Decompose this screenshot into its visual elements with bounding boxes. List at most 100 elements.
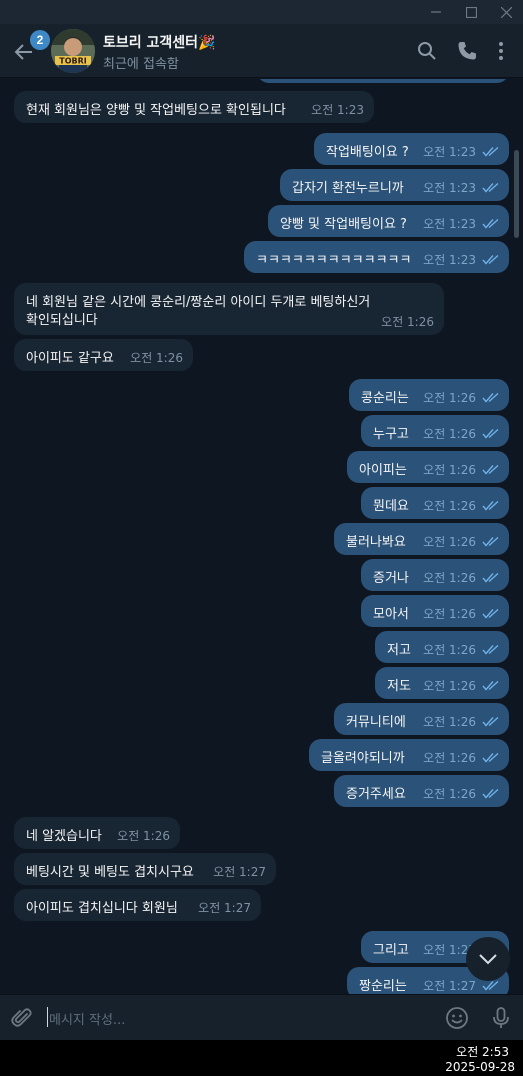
message-time: 오전 1:26 <box>423 751 476 765</box>
message-time: 오전 1:27 <box>198 901 251 915</box>
double-check-icon <box>482 428 499 439</box>
incoming-message[interactable]: 베팅시간 및 베팅도 겹치시구요 오전 1:27 <box>14 853 276 885</box>
double-check-icon <box>482 500 499 511</box>
svg-text:TOBRI: TOBRI <box>59 57 87 66</box>
message-text: 양빵 및 작업배팅이요 ? <box>280 217 407 232</box>
phone-icon <box>458 42 476 60</box>
outgoing-message[interactable]: 누구고 오전 1:26 <box>361 415 509 447</box>
double-check-icon <box>482 218 499 229</box>
message-text: 베팅시간 및 베팅도 겹치시구요 <box>26 865 194 880</box>
chat-title[interactable]: 토브리 고객센터🎉 <box>103 32 215 52</box>
double-check-icon <box>482 536 499 547</box>
chevron-down-icon <box>479 954 497 965</box>
double-check-icon <box>482 980 499 991</box>
double-check-icon <box>482 146 499 157</box>
outgoing-message[interactable]: 커뮤니티에 오전 1:26 <box>334 703 509 735</box>
taskbar-time[interactable]: 오전 2:53 <box>456 1043 509 1060</box>
outgoing-message[interactable]: 불러나봐요 오전 1:26 <box>334 523 509 555</box>
message-list[interactable]: 현재 회원님은 양빵 및 작업베팅으로 확인됩니다 오전 1:23 작업배팅이요 ?… <box>0 79 523 994</box>
message-text: 불러나봐요 <box>346 535 406 550</box>
message-time: 오전 1:26 <box>117 829 170 843</box>
message-text: 작업배팅이요 ? <box>326 145 409 160</box>
outgoing-message[interactable]: 모아서 오전 1:26 <box>361 595 509 627</box>
avatar-image: TOBRI <box>51 29 95 73</box>
message-text: 증거나 <box>373 571 409 586</box>
double-check-icon <box>482 788 499 799</box>
message-time: 오전 1:26 <box>423 607 476 621</box>
message-text: 아이피는 <box>359 463 407 478</box>
outgoing-message[interactable]: 글올려야되니까 오전 1:26 <box>309 739 509 771</box>
message-text: 갑자기 환전누르니까 <box>292 181 404 196</box>
search-button[interactable] <box>415 39 439 63</box>
double-check-icon <box>482 464 499 475</box>
incoming-message[interactable]: 현재 회원님은 양빵 및 작업베팅으로 확인됩니다 오전 1:23 <box>14 91 374 123</box>
scrollbar[interactable] <box>514 150 519 238</box>
message-time: 오전 1:26 <box>423 787 476 801</box>
message-time: 오전 1:26 <box>423 535 476 549</box>
incoming-message[interactable]: 네 알겠습니다 오전 1:26 <box>14 817 180 849</box>
telegram-window: 2 TOBRI 토브리 고객센터🎉 최근에 접속함 현재 회원님은 양빵 및 작… <box>0 0 523 1076</box>
call-button[interactable] <box>455 39 479 63</box>
double-check-icon <box>482 608 499 619</box>
microphone-icon <box>493 1007 509 1028</box>
maximize-icon <box>465 6 477 18</box>
message-text: 뭔데요 <box>373 499 409 514</box>
outgoing-message[interactable]: 양빵 및 작업배팅이요 ? 오전 1:23 <box>268 205 509 237</box>
double-check-icon <box>482 716 499 727</box>
message-time: 오전 1:26 <box>423 499 476 513</box>
message-time: 오전 1:23 <box>311 103 364 117</box>
outgoing-message[interactable]: 뭔데요 오전 1:26 <box>361 487 509 519</box>
incoming-message[interactable]: 아이피도 겹치십니다 회원님 오전 1:27 <box>14 889 261 921</box>
message-text: 아이피도 같구요 <box>26 351 114 366</box>
outgoing-message[interactable]: 저도 오전 1:26 <box>375 667 509 699</box>
message-input[interactable]: 메시지 작성... <box>49 1009 125 1028</box>
message-composer: 메시지 작성... <box>0 994 523 1040</box>
message-text: 저고 <box>387 643 411 658</box>
outgoing-message[interactable]: 저고 오전 1:26 <box>375 631 509 663</box>
message-time: 오전 1:23 <box>423 253 476 267</box>
attach-button[interactable] <box>10 1006 34 1030</box>
message-text: 모아서 <box>373 607 409 622</box>
message-text: 커뮤니티에 <box>346 715 406 730</box>
maximize-button[interactable] <box>454 0 488 24</box>
message-time: 오전 1:23 <box>423 145 476 159</box>
message-time: 오전 1:27 <box>213 865 266 879</box>
message-text: 네 알겠습니다 <box>26 829 102 844</box>
message-text: 아이피도 겹치십니다 회원님 <box>26 901 178 916</box>
message-time: 오전 1:26 <box>423 679 476 693</box>
chat-status: 최근에 접속함 <box>103 57 179 72</box>
more-vertical-icon <box>499 42 503 60</box>
double-check-icon <box>482 182 499 193</box>
double-check-icon <box>482 644 499 655</box>
minimize-button[interactable] <box>419 0 453 24</box>
outgoing-message[interactable]: 증거나 오전 1:26 <box>361 559 509 591</box>
message-text: 그리고 <box>373 943 409 958</box>
message-time: 오전 1:26 <box>381 315 434 329</box>
taskbar-date[interactable]: 2025-09-28 <box>445 1060 515 1074</box>
incoming-message[interactable]: 네 회원님 같은 시간에 콩순리/짱순리 아이디 두개로 베팅하신거 확인되십니다… <box>14 283 444 335</box>
outgoing-message[interactable]: 작업배팅이요 ? 오전 1:23 <box>314 133 509 165</box>
outgoing-message[interactable]: ㅋㅋㅋㅋㅋㅋㅋㅋㅋㅋㅋㅋㅋ 오전 1:23 <box>244 241 509 273</box>
message-text: 콩순리는 <box>361 391 409 406</box>
outgoing-message[interactable]: 아이피는 오전 1:26 <box>347 451 509 483</box>
message-time: 오전 1:26 <box>423 571 476 585</box>
taskbar: 오전 2:53 2025-09-28 <box>0 1040 523 1076</box>
more-button[interactable] <box>489 39 513 63</box>
message-text: 증거주세요 <box>346 787 406 802</box>
double-check-icon <box>482 254 499 265</box>
outgoing-message[interactable]: 콩순리는 오전 1:26 <box>349 379 509 411</box>
close-button[interactable] <box>489 0 523 24</box>
outgoing-message[interactable]: 증거주세요 오전 1:26 <box>334 775 509 807</box>
message-time: 오전 1:26 <box>423 643 476 657</box>
incoming-message[interactable]: 아이피도 같구요 오전 1:26 <box>14 339 193 371</box>
scroll-down-button[interactable] <box>466 937 510 981</box>
message-time: 오전 1:26 <box>130 351 183 365</box>
message-text: 네 회원님 같은 시간에 콩순리/짱순리 아이디 두개로 베팅하신거 <box>26 295 371 310</box>
voice-button[interactable] <box>489 1006 513 1030</box>
attach-icon <box>11 1008 32 1027</box>
message-time: 오전 1:26 <box>423 391 476 405</box>
avatar[interactable]: TOBRI <box>51 29 95 73</box>
outgoing-message[interactable]: 갑자기 환전누르니까 오전 1:23 <box>280 169 509 201</box>
emoji-button[interactable] <box>445 1006 469 1030</box>
window-titlebar <box>0 0 523 24</box>
